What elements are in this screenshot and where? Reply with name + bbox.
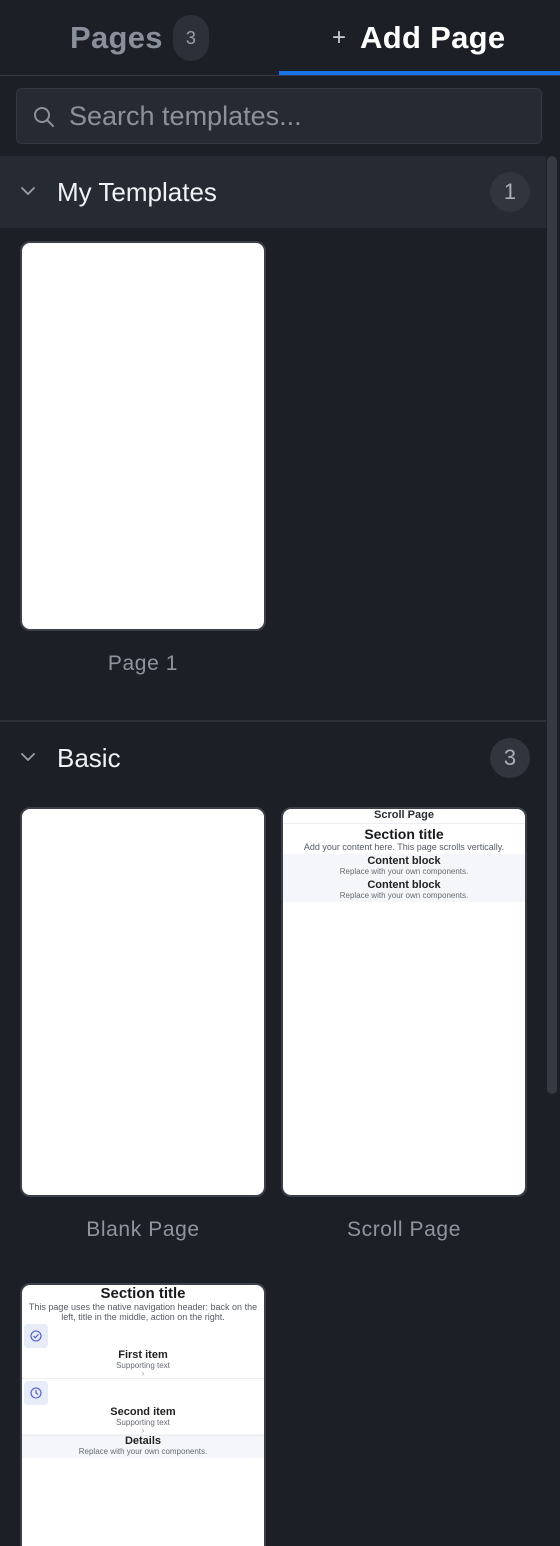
tab-pages[interactable]: Pages 3 [70,0,209,76]
section-header-my-templates[interactable]: My Templates 1 [0,156,546,228]
thumb-block-title: Content block [367,855,441,867]
native-header-thumbnail: Section title This page uses the native … [22,1285,264,1458]
section-title-basic: Basic [57,742,121,773]
section-count-basic: 3 [490,738,530,778]
thumb-subtitle: Add your content here. This page scrolls… [303,842,505,852]
template-name-scroll-page: Scroll Page [347,1218,461,1241]
chevron-right-icon: › [141,1426,145,1435]
template-card-blank-page[interactable] [20,807,266,1197]
thumb-list-item: Second item Supporting text › [22,1379,264,1436]
thumb-content-block: Content block Replace with your own comp… [283,854,525,878]
section-header-basic[interactable]: Basic 3 [0,722,546,794]
thumb-block-title: Content block [367,879,441,891]
clock-icon [24,1381,48,1405]
thumb-details-block: Details Replace with your own components… [22,1434,264,1458]
tab-bar: Pages 3 + Add Page [0,0,560,76]
check-circle-icon [24,1324,48,1348]
chevron-right-icon: › [141,1369,145,1378]
search-box [16,88,542,144]
thumb-subtitle: This page uses the native navigation hea… [28,1302,258,1322]
thumb-header: Scroll Page [374,809,434,821]
thumb-details-text: Replace with your own components. [78,1447,208,1456]
thumb-details-title: Details [124,1435,162,1447]
chevron-down-icon [21,753,35,761]
tab-add-page-label: Add Page [360,20,506,55]
scrollbar-thumb[interactable] [547,156,557,1094]
pages-count-badge: 3 [172,15,209,61]
template-name-blank-page: Blank Page [86,1218,200,1241]
section-count-my-templates: 1 [490,172,530,212]
thumb-block-text: Replace with your own components. [339,891,469,900]
template-card-page-1[interactable] [20,241,266,631]
thumb-content-block: Content block Replace with your own comp… [283,878,525,902]
chevron-down-icon [21,187,35,195]
thumb-list-item: First item Supporting text › [22,1322,264,1379]
thumb-block-text: Replace with your own components. [339,867,469,876]
template-name-page-1: Page 1 [107,652,179,675]
plus-icon: + [332,24,347,51]
thumb-item-title: First item [118,1349,168,1361]
thumb-section-title: Section title [100,1285,186,1302]
template-card-native-header-page[interactable]: Section title This page uses the native … [20,1283,266,1546]
tab-add-page[interactable]: + Add Page [332,0,505,76]
template-card-scroll-page[interactable]: Scroll Page Section title Add your conte… [281,807,527,1197]
active-tab-indicator [279,71,560,75]
search-icon [34,107,54,127]
search-input[interactable] [69,89,529,143]
thumb-section-title: Section title [364,826,444,842]
scroll-page-thumbnail: Scroll Page Section title Add your conte… [283,809,525,902]
thumb-divider [283,823,525,824]
tab-pages-label: Pages [70,20,163,55]
section-title-my-templates: My Templates [57,176,217,207]
thumb-item-title: Second item [110,1406,176,1418]
